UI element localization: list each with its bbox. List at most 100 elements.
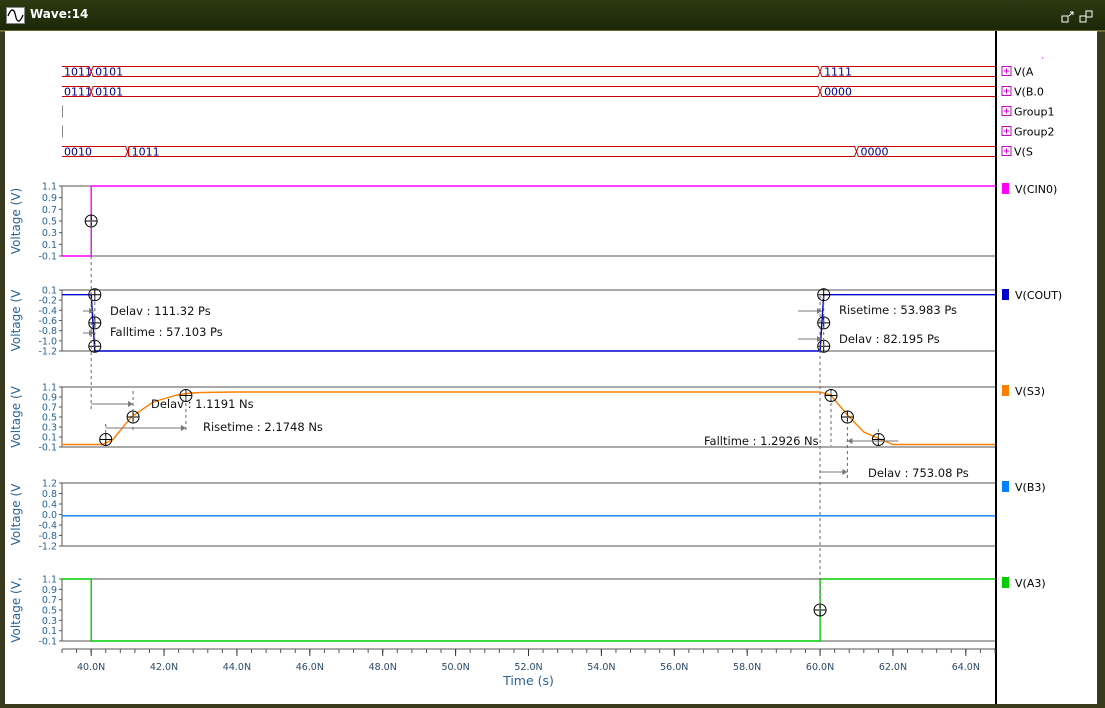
- bus-legend-label: V(B.0: [1014, 86, 1044, 99]
- signal-trace: [62, 578, 995, 642]
- y-tick-label: 0.3: [42, 228, 57, 239]
- maximize-icon[interactable]: [1079, 9, 1093, 23]
- restore-icon[interactable]: [1061, 9, 1075, 23]
- arrow-head: [128, 401, 134, 407]
- measurement-label: Delav : 1.1191 Ns: [151, 397, 254, 411]
- panel-legend-item: V(COUT): [1002, 289, 1062, 302]
- y-tick-label: 1.2: [42, 479, 57, 490]
- x-tick-label: 60.0N: [806, 662, 834, 673]
- waveform-chart[interactable]: 1011 0101 1111 V(A0111 0101 0000 V(B.0Group1Gr…: [5, 31, 1097, 704]
- y-tick-label: -1.2: [38, 347, 57, 358]
- analog-panel: 1.10.90.70.50.30.1-0.1 Voltage (V) V(CIN0): [9, 182, 1057, 263]
- bus-legend-label: V(A: [1014, 66, 1034, 79]
- measurement-label: Delav : 753.08 Ps: [868, 466, 969, 480]
- y-axis-label: Voltage (V: [9, 385, 23, 448]
- measurement-label: Delav : 82.195 Ps: [839, 332, 940, 346]
- bus-value: 1011: [132, 146, 160, 159]
- panel-legend-item: V(A3): [1002, 577, 1046, 590]
- measure-arrow: [798, 336, 823, 342]
- title-bar[interactable]: Wave:14: [0, 0, 1105, 32]
- bus-value: 1011: [64, 66, 92, 79]
- measure-arrow: [820, 469, 848, 475]
- bus-legend-item: V(B.0: [1001, 86, 1044, 99]
- bus-value: 0101: [95, 66, 123, 79]
- measurement-label: Risetime : 2.1748 Ns: [203, 420, 323, 434]
- y-tick-label: 0.4: [42, 500, 57, 511]
- legend-swatch: [1002, 289, 1009, 300]
- legend-label: V(S3): [1015, 385, 1045, 398]
- y-tick-label: 0.8: [42, 489, 57, 500]
- bus-row: Group2: [62, 125, 1055, 139]
- bus-value: 0101: [95, 86, 123, 99]
- legend-label: V(CIN0): [1015, 183, 1057, 196]
- legend-dot: ·: [1041, 54, 1044, 64]
- measurement-label: Risetime : 53.983 Ps: [839, 303, 957, 317]
- x-tick-label: 56.0N: [660, 662, 688, 673]
- window-title: Wave:14: [30, 7, 89, 21]
- y-axis-label: Voltage (V): [9, 188, 23, 254]
- bus-value: 0010: [64, 146, 92, 159]
- bus-legend-label: Group2: [1014, 126, 1055, 139]
- y-tick-label: 1.1: [42, 182, 57, 193]
- bus-value: 1111: [824, 66, 852, 79]
- y-tick-label: 0.9: [42, 193, 57, 204]
- bus-legend-label: V(S: [1014, 146, 1033, 159]
- analog-panel: 1.10.90.70.50.30.1-0.1Voltage (V V(S3): [9, 383, 1045, 454]
- measurement-label: Delav : 111.32 Ps: [110, 304, 211, 318]
- signal-trace: [62, 185, 995, 257]
- arrow-head: [847, 438, 853, 444]
- x-tick-label: 64.0N: [952, 662, 980, 673]
- measure-arrow: [83, 330, 95, 336]
- bus-legend-item: Group1: [1001, 106, 1055, 119]
- x-tick-label: 50.0N: [441, 662, 469, 673]
- arrow-head: [180, 425, 186, 431]
- measure-arrow: [798, 308, 823, 314]
- measurement-label: Falltime : 1.2926 Ns: [704, 434, 819, 448]
- legend-swatch: [1002, 385, 1009, 396]
- bus-row: 0010 1011 0000 V(S: [62, 146, 1033, 159]
- bus-row: 0111 0101 0000 V(B.0: [62, 86, 1044, 99]
- legend-label: V(B3): [1015, 481, 1046, 494]
- measurement-label: Falltime : 57.103 Ps: [110, 325, 223, 339]
- x-tick-label: 54.0N: [587, 662, 615, 673]
- waveform-window: Wave:14 1011 0101 1111 V(A 0111 0101 0000 V(B.0…: [0, 0, 1105, 706]
- y-tick-label: 0.1: [42, 240, 57, 251]
- legend-swatch: [1002, 481, 1009, 492]
- plot-area[interactable]: 1011 0101 1111 V(A 0111 0101 0000 V(B.0 Group1 Gr…: [5, 31, 1097, 704]
- bus-legend-item: V(A: [1001, 66, 1034, 79]
- measure-arrow: [91, 401, 134, 407]
- y-tick-label: 0.7: [42, 205, 57, 216]
- x-tick-label: 62.0N: [879, 662, 907, 673]
- bus-row: Group1: [62, 105, 1055, 119]
- bus-value: 0000: [824, 86, 852, 99]
- x-tick-label: 40.0N: [77, 662, 105, 673]
- analog-panel: 1.10.90.70.50.30.1-0.1Voltage (V, V(A3): [9, 575, 1046, 648]
- bus-segment: [90, 66, 821, 77]
- analog-panel: 0.1-0.2-0.4-0.6-0.8-1.0-1.2Voltage (V V(C…: [9, 286, 1062, 358]
- x-axis-label: Time (s): [502, 673, 554, 688]
- y-tick-label: 0.5: [42, 217, 57, 228]
- y-tick-label: -1.2: [38, 542, 57, 553]
- analog-panel: 1.20.80.40.0-0.4-0.8-1.2 Voltage (V V(B3): [9, 479, 1046, 553]
- y-axis-label: Voltage (V: [9, 483, 23, 546]
- x-tick-label: 42.0N: [150, 662, 178, 673]
- bus-legend-label: Group1: [1014, 106, 1055, 119]
- bus-value: 0111: [64, 86, 92, 99]
- y-tick-label: -0.1: [38, 637, 57, 648]
- bus-legend-item: Group2: [1001, 126, 1055, 139]
- y-tick-label: -0.1: [38, 443, 57, 454]
- x-tick-label: 58.0N: [733, 662, 761, 673]
- panel-legend-item: V(B3): [1002, 481, 1046, 494]
- bus-value: 0000: [861, 146, 889, 159]
- circle-cross-marker-icon: [99, 433, 113, 446]
- bus-segment: [90, 86, 821, 97]
- measure-arrow: [105, 425, 186, 431]
- legend-label: V(COUT): [1015, 289, 1062, 302]
- y-tick-label: -0.8: [38, 531, 57, 542]
- bus-legend-item: V(S: [1001, 146, 1033, 159]
- panel-legend-item: V(S3): [1002, 385, 1045, 398]
- x-tick-label: 44.0N: [223, 662, 251, 673]
- arrow-head: [842, 469, 848, 475]
- legend-swatch: [1002, 183, 1009, 194]
- y-axis-label: Voltage (V: [9, 289, 23, 352]
